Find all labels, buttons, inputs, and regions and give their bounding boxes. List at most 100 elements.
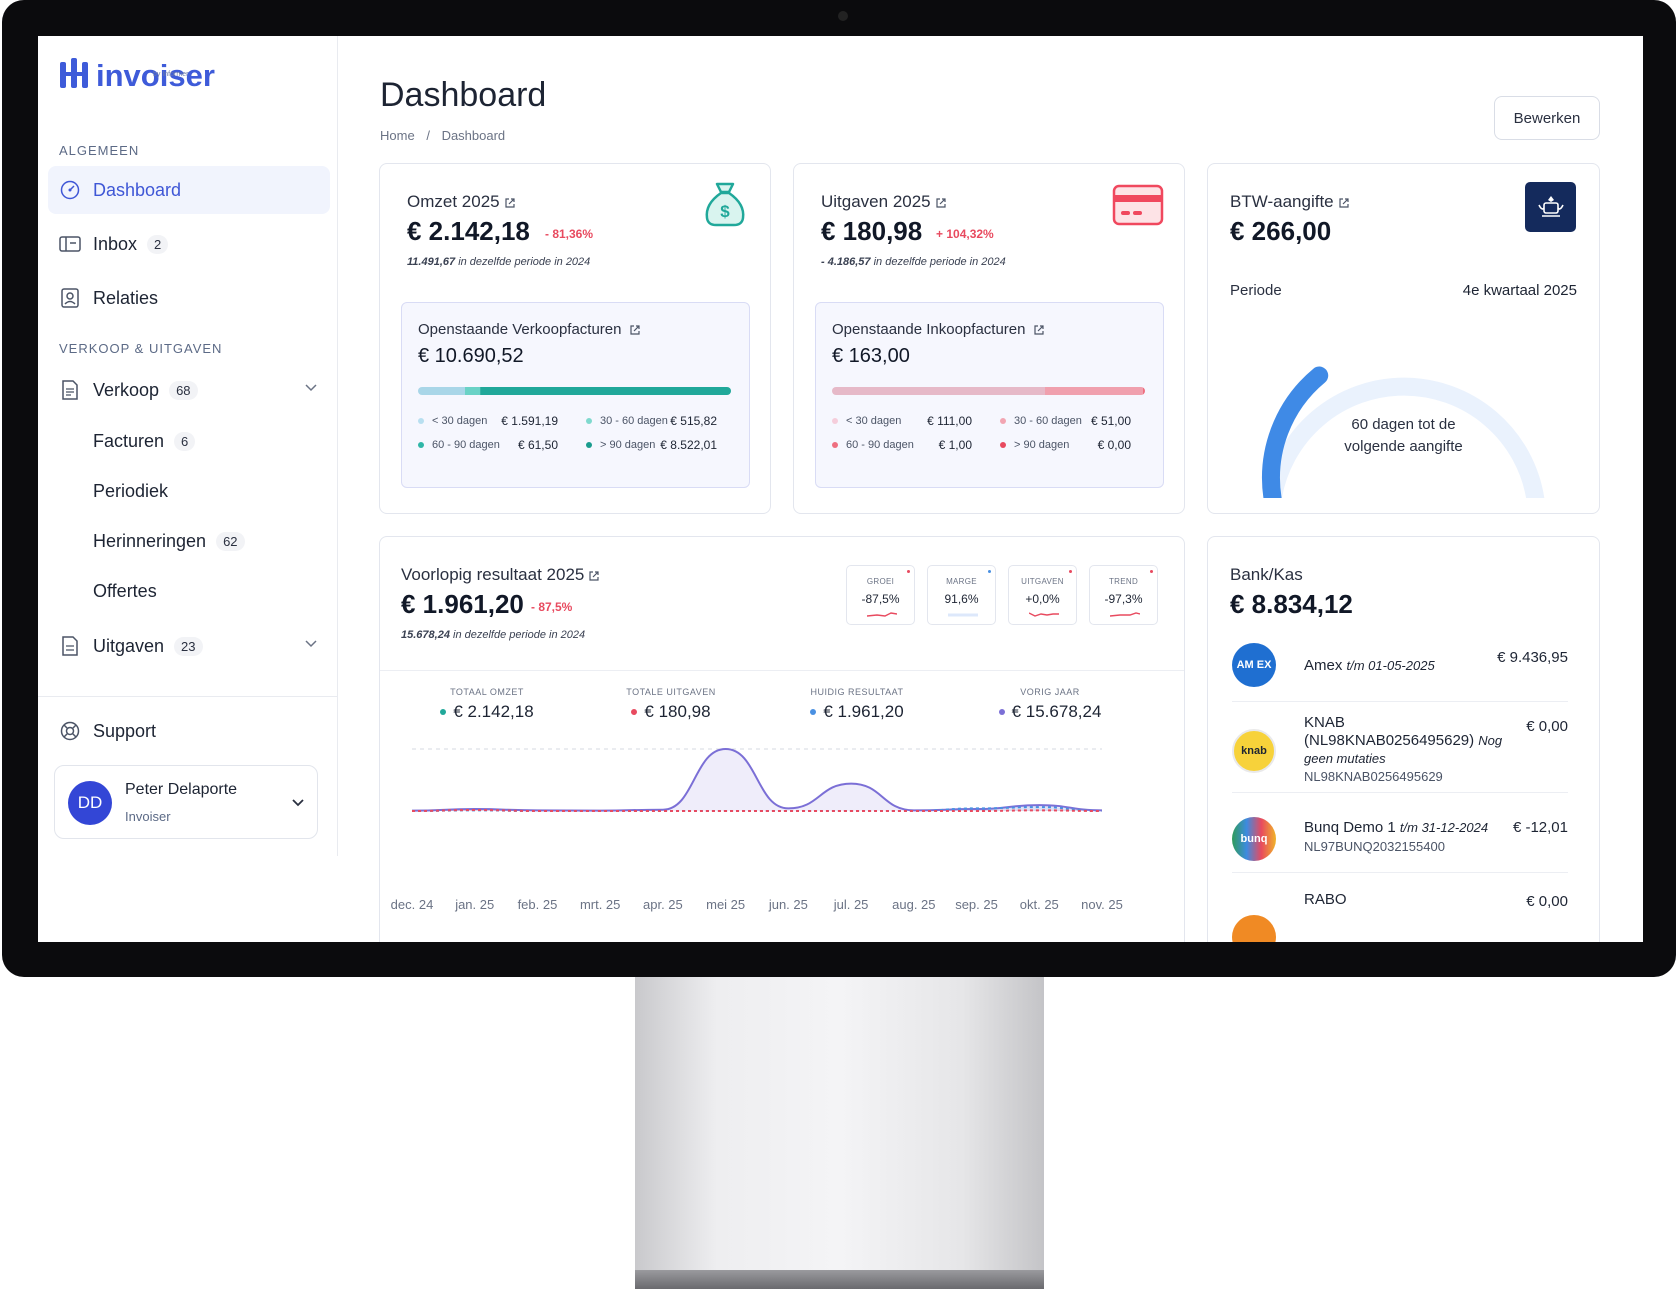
card-title[interactable]: Omzet 2025 [407, 192, 516, 212]
bank-logo-text: AM EX [1236, 659, 1272, 671]
monitor-bezel: invoiser by Informer ALGEMEEN Dashboard … [2, 0, 1676, 977]
legend-dot [631, 709, 638, 715]
sparkline [948, 613, 978, 617]
bank-account-row[interactable]: AM EX Amex t/m 01-05-2025 € 9.436,95 [1232, 637, 1568, 702]
gauge-icon [59, 179, 81, 201]
sidebar-item-label: Offertes [93, 580, 157, 601]
logo-icon [60, 58, 88, 88]
card-title[interactable]: Voorlopig resultaat 2025 [401, 565, 600, 585]
breadcrumb-home[interactable]: Home [380, 128, 415, 143]
sidebar-item-periodiek[interactable]: Periodiek [48, 467, 330, 515]
breadcrumb: Home / Dashboard [380, 128, 505, 143]
legend-value: € 0,00 [1097, 438, 1131, 452]
legend-dot [1000, 418, 1006, 424]
section-label-general: ALGEMEEN [59, 143, 140, 158]
rabo-logo-icon [1232, 915, 1276, 942]
monitor: invoiser by Informer ALGEMEEN Dashboard … [0, 0, 1678, 1289]
bank-name-text: Bunq Demo 1 [1304, 819, 1396, 836]
mini-kpi-growth[interactable]: GROEI -87,5% [846, 565, 915, 625]
lifebuoy-icon [59, 720, 81, 742]
divider [380, 670, 1184, 671]
legend-dot [440, 709, 447, 715]
legend-item: 30 - 60 dagen [1000, 415, 1082, 427]
card-amount: € 1.961,20 [401, 589, 524, 619]
comparison-label: in dezelfde periode in 2024 [453, 629, 586, 641]
change-percent: - 81,36% [545, 227, 594, 241]
sidebar-item-label: Uitgaven [93, 635, 165, 656]
card-title-text: Uitgaven 2025 [821, 192, 931, 211]
card-amount: € 266,00 [1230, 216, 1332, 246]
bank-name: Amex t/m 01-05-2025 [1304, 657, 1435, 674]
external-link-icon [1339, 197, 1349, 208]
bank-account-row[interactable]: bunq Bunq Demo 1 t/m 31-12-2024 NL97BUNQ… [1232, 807, 1568, 873]
bank-card: Bank/Kas € 8.834,12 AM EX Amex t/m 01-05… [1207, 536, 1600, 942]
mini-kpi-label: TREND [1108, 577, 1139, 586]
vat-card: BTW-aangifte € 266,00 Periode 4e kwartaa… [1207, 163, 1600, 514]
breadcrumb-current: Dashboard [441, 128, 506, 143]
legend-label: 60 - 90 dagen [846, 439, 914, 451]
x-tick-label: jul. 25 [833, 897, 869, 912]
sidebar-item-support[interactable]: Support [48, 707, 330, 755]
comparison-text: - 4.186,57 in dezelfde periode in 2024 [821, 256, 1006, 268]
card-title[interactable]: BTW-aangifte [1230, 192, 1350, 212]
x-tick-label: aug. 25 [892, 897, 936, 912]
kpi-value: € 180,98 [596, 702, 746, 722]
card-title[interactable]: Uitgaven 2025 [821, 192, 947, 212]
mini-kpi-value: -87,5% [861, 592, 900, 606]
edit-button[interactable]: Bewerken [1494, 96, 1600, 140]
mini-kpi-margin[interactable]: MARGE 91,6% [927, 565, 996, 625]
legend-label: < 30 dagen [432, 415, 488, 427]
external-link-icon [630, 325, 641, 335]
sidebar-item-relaties[interactable]: Relaties [48, 274, 330, 322]
sidebar-item-label: Periodiek [93, 480, 169, 501]
sidebar-item-offertes[interactable]: Offertes [48, 567, 330, 615]
card-title-text: BTW-aangifte [1230, 192, 1334, 211]
progress-segment [1143, 387, 1145, 395]
kpi-value-text: € 2.142,18 [453, 702, 534, 721]
progress-segment [418, 387, 465, 395]
sidebar-item-inbox[interactable]: Inbox 2 [48, 220, 330, 268]
sidebar-item-uitgaven[interactable]: Uitgaven 23 [48, 622, 330, 670]
legend-dot [810, 709, 817, 715]
user-role: Invoiser [125, 809, 171, 824]
comparison-value: 15.678,24 [401, 629, 450, 641]
panel-title[interactable]: Openstaande Verkoopfacturen [418, 321, 641, 338]
sidebar-item-facturen[interactable]: Facturen 6 [48, 417, 330, 465]
user-menu[interactable]: DD Peter Delaporte Invoiser [54, 765, 318, 839]
mini-kpi-trend[interactable]: TREND -97,3% [1089, 565, 1158, 625]
document-icon [59, 635, 81, 657]
gauge-text-line1: 60 dagen tot de [1351, 416, 1456, 433]
mini-kpi-value: -97,3% [1104, 592, 1143, 606]
crest-icon [1537, 196, 1564, 217]
kpi-label: HUIDIG RESULTAAT [810, 687, 904, 697]
mini-kpi-expenses[interactable]: UITGAVEN +0,0% [1008, 565, 1077, 625]
x-tick-label: apr. 25 [643, 897, 683, 912]
count-badge: 23 [174, 636, 203, 656]
panel-title[interactable]: Openstaande Inkoopfacturen [832, 321, 1045, 338]
sidebar-item-verkoop[interactable]: Verkoop 68 [48, 366, 330, 414]
kpi-value: € 2.142,18 [412, 702, 562, 722]
inbox-icon [59, 233, 81, 255]
panel-amount: € 163,00 [832, 345, 910, 367]
open-purchase-invoices-panel: Openstaande Inkoopfacturen € 163,00 < 30… [815, 302, 1164, 488]
logo-subtext: by Informer [153, 71, 189, 78]
bank-name: KNAB (NL98KNAB0256495629) Nog geen mutat… [1304, 714, 1504, 768]
bank-account-row[interactable]: knab KNAB (NL98KNAB0256495629) Nog geen … [1232, 709, 1568, 793]
panel-title-text: Openstaande Inkoopfacturen [832, 321, 1026, 338]
indicator-dot [1069, 570, 1072, 573]
legend-item: 60 - 90 dagen [832, 439, 914, 451]
legend-dot [1000, 442, 1006, 448]
knab-logo-icon: knab [1232, 729, 1276, 773]
progress-segment [832, 387, 1046, 395]
x-tick-label: jun. 25 [768, 897, 808, 912]
legend-item: > 90 dagen [586, 439, 655, 451]
legend-item: < 30 dagen [418, 415, 487, 427]
sidebar-item-dashboard[interactable]: Dashboard [48, 166, 330, 214]
legend-label: < 30 dagen [846, 415, 902, 427]
sidebar-item-herinneringen[interactable]: Herinneringen 62 [48, 517, 330, 565]
count-badge: 62 [216, 531, 245, 551]
sparkline [867, 612, 897, 617]
bank-account-row[interactable]: RABO € 0,00 [1232, 889, 1568, 942]
comparison-text: 15.678,24 in dezelfde periode in 2024 [401, 629, 585, 641]
card-amount: € 180,98 [821, 216, 923, 246]
